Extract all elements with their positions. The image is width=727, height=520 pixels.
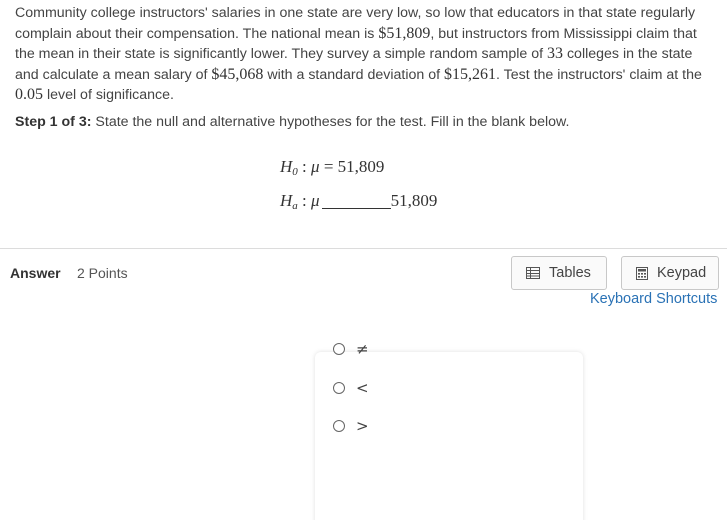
ha-colon: :	[297, 191, 307, 210]
problem-text-4: with a standard deviation of	[263, 66, 444, 83]
keypad-label: Keypad	[657, 265, 707, 281]
keypad-button[interactable]: Keypad	[621, 256, 719, 290]
option-greater-than[interactable]: >	[333, 416, 369, 436]
h0-mu: μ	[311, 157, 320, 176]
sample-std-dev: $15,261	[443, 65, 496, 83]
h0-value: = 51,809	[319, 157, 385, 176]
step-text: State the null and alternative hypothese…	[91, 114, 570, 130]
radio-greater-than[interactable]	[333, 420, 345, 432]
significance-level: 0.05	[15, 86, 43, 104]
option-not-equal[interactable]: ≠	[333, 339, 369, 359]
problem-text-5: . Test the instructors' claim at the	[495, 66, 702, 83]
h0-symbol: H	[280, 157, 293, 176]
null-hypothesis: H0 : μ = 51,809	[280, 157, 384, 178]
section-divider	[0, 248, 727, 249]
problem-text-6: level of significance.	[43, 87, 174, 104]
h0-colon: :	[297, 157, 307, 176]
tables-label: Tables	[549, 265, 591, 281]
national-mean: $51,809	[378, 24, 431, 42]
problem-statement: Community college instructors' salaries …	[15, 4, 715, 106]
tables-button[interactable]: Tables	[511, 256, 607, 290]
alternative-hypothesis: Ha : μ 51,809	[280, 191, 437, 212]
calculator-icon	[636, 266, 648, 280]
table-icon	[526, 267, 540, 279]
option-greater-than-symbol: >	[356, 417, 369, 435]
keyboard-shortcuts-link[interactable]: Keyboard Shortcuts	[590, 291, 717, 307]
option-less-than[interactable]: <	[333, 378, 369, 398]
sample-size: 33	[547, 45, 564, 63]
radio-less-than[interactable]	[333, 382, 345, 394]
ha-symbol: H	[280, 191, 293, 210]
ha-value: 51,809	[390, 191, 438, 210]
option-less-than-symbol: <	[356, 379, 369, 397]
step-label: Step 1 of 3:	[15, 114, 92, 130]
ha-blank-field[interactable]	[321, 195, 391, 209]
step-instruction: Step 1 of 3: State the null and alternat…	[15, 114, 569, 130]
option-not-equal-symbol: ≠	[356, 340, 369, 358]
ha-mu: μ	[311, 191, 320, 210]
points-label: 2 Points	[77, 265, 128, 281]
radio-not-equal[interactable]	[333, 343, 345, 355]
answer-label: Answer	[10, 265, 61, 281]
sample-mean: $45,068	[211, 65, 264, 83]
